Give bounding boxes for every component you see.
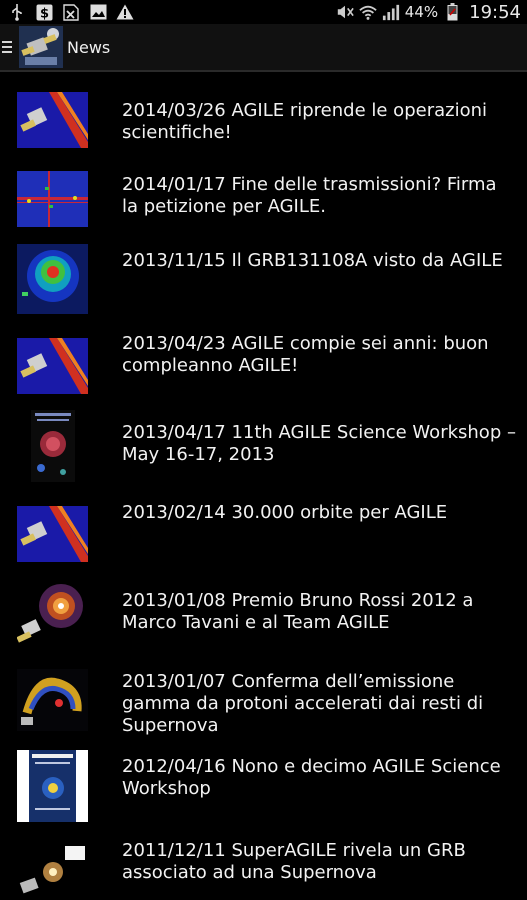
- nebula-satellite-thumbnail: [17, 582, 88, 652]
- news-item[interactable]: 2014/03/26 AGILE riprende le operazioni …: [0, 92, 527, 152]
- news-title: 2011/12/11 SuperAGILE rivela un GRB asso…: [122, 840, 466, 883]
- clock: 19:54: [469, 1, 521, 23]
- news-title: 2013/01/07 Conferma dell’emissione gamma…: [122, 671, 484, 736]
- mute-icon: [336, 4, 354, 21]
- news-item[interactable]: 2013/01/08 Premio Bruno Rossi 2012 a Mar…: [0, 582, 527, 652]
- news-item[interactable]: 2011/12/11 SuperAGILE rivela un GRB asso…: [0, 836, 527, 900]
- news-item[interactable]: 2013/02/14 30.000 orbite per AGILE: [0, 500, 527, 564]
- news-title: 2013/02/14 30.000 orbite per AGILE: [122, 502, 448, 523]
- battery-icon: [443, 3, 461, 21]
- news-item[interactable]: 2013/04/23 AGILE compie sei anni: buon c…: [0, 330, 527, 394]
- satellite-thumbnail: [17, 92, 88, 148]
- signal-icon: [382, 4, 400, 21]
- news-title: 2013/11/15 Il GRB131108A visto da AGILE: [122, 250, 503, 271]
- battery-percent: 44%: [404, 3, 439, 21]
- action-bar: News: [0, 24, 527, 72]
- usb-icon: [8, 3, 26, 21]
- grb-map-thumbnail: [17, 244, 88, 314]
- news-item[interactable]: 2013/11/15 Il GRB131108A visto da AGILE: [0, 244, 527, 314]
- satellite-thumbnail: [17, 506, 88, 562]
- app-icon[interactable]: [19, 26, 63, 68]
- news-item[interactable]: 2014/01/17 Fine delle trasmissioni? Firm…: [0, 168, 527, 232]
- workshop-poster-thumbnail: [17, 750, 88, 822]
- news-item[interactable]: 2012/04/16 Nono e decimo AGILE Science W…: [0, 750, 527, 822]
- news-title: 2012/04/16 Nono e decimo AGILE Science W…: [122, 756, 501, 799]
- workshop-poster-thumbnail: [17, 410, 88, 482]
- grb-supernova-thumbnail: [17, 842, 88, 900]
- sky-map-thumbnail: [17, 171, 88, 227]
- news-title: 2013/01/08 Premio Bruno Rossi 2012 a Mar…: [122, 590, 474, 633]
- satellite-thumbnail: [17, 338, 88, 394]
- wifi-icon: [359, 4, 377, 21]
- page-title: News: [67, 37, 111, 57]
- image-icon: [89, 4, 107, 21]
- news-title: 2014/03/26 AGILE riprende le operazioni …: [122, 100, 487, 143]
- warning-icon: [116, 4, 134, 21]
- news-title: 2014/01/17 Fine delle trasmissioni? Firm…: [122, 174, 497, 217]
- svg-text:$: $: [39, 6, 48, 21]
- news-item[interactable]: 2013/04/17 11th AGILE Science Workshop –…: [0, 410, 527, 482]
- news-title: 2013/04/17 11th AGILE Science Workshop –…: [122, 422, 516, 465]
- news-title: 2013/04/23 AGILE compie sei anni: buon c…: [122, 333, 489, 376]
- drawer-icon[interactable]: [2, 41, 12, 53]
- supernova-remnant-thumbnail: [17, 669, 88, 731]
- dollar-icon: $: [35, 4, 53, 21]
- news-item[interactable]: 2013/01/07 Conferma dell’emissione gamma…: [0, 667, 527, 736]
- excel-icon: [62, 3, 80, 21]
- status-bar: $ 44% 19:54: [0, 0, 527, 24]
